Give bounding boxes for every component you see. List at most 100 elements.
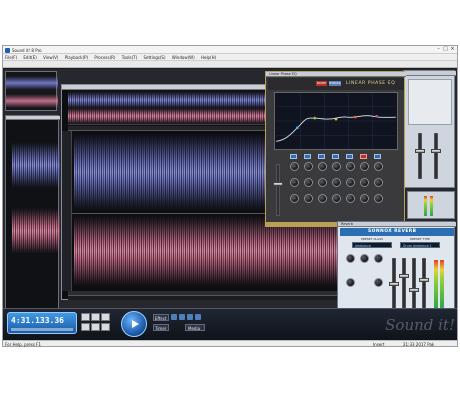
eq-band-7-button[interactable] [374,154,381,159]
reverb-window-title: Reverb [338,222,456,227]
fader-handle[interactable] [409,288,419,292]
eq-knob[interactable] [318,162,327,171]
fader-handle[interactable] [389,282,399,286]
fader-handle[interactable] [419,278,429,282]
eq-band-4-node [353,115,357,119]
reverb-predelay-knob[interactable] [346,254,355,263]
eq-knob[interactable] [290,178,299,187]
eq-mode-button[interactable]: MODE [316,81,327,86]
waveform-top-channel [6,76,58,90]
eq-band-4-button[interactable] [332,154,339,159]
eq-band-6-button[interactable] [360,154,367,159]
eq-knob[interactable] [374,162,383,171]
eq-knob[interactable] [290,194,299,203]
loop-button[interactable] [81,323,90,331]
eq-response-graph[interactable] [274,92,398,150]
preset-type-label: PRESET TYPE [410,237,430,241]
eq-brand-title: LINEAR PHASE EQ [346,81,396,86]
position-readout-bar [68,295,338,300]
eq-band-3-node [334,117,338,121]
waveform-window-back [5,71,58,111]
eq-knob[interactable] [304,178,313,187]
menu-process[interactable]: Process(R) [94,55,115,60]
fx-icon[interactable] [195,314,201,320]
menu-file[interactable]: File(F) [5,55,17,60]
fx-icon[interactable] [179,314,185,320]
preset-class-dropdown[interactable]: Ambience [352,242,392,248]
maximize-button[interactable]: □ [442,46,449,53]
mixer-window [403,70,456,188]
reverb-fader-4[interactable] [422,258,426,314]
waveform-window-left [5,115,60,337]
stop-button[interactable] [91,313,100,321]
reverb-time-knob[interactable] [374,254,383,263]
reverb-width-knob[interactable] [360,254,369,263]
eq-knob[interactable] [346,194,355,203]
eq-knob[interactable] [374,194,383,203]
fader-handle[interactable] [273,182,283,186]
timer-button[interactable]: Timer [153,324,169,331]
menu-settings[interactable]: Settings(S) [143,55,165,60]
effect-button[interactable]: Effect [153,314,169,321]
mixer-fader-left[interactable] [418,133,422,179]
eq-band-3-button[interactable] [318,154,325,159]
eq-knob[interactable] [346,178,355,187]
menu-tools[interactable]: Tools(T) [122,55,137,60]
eq-bypass-button[interactable]: BYPASS [329,81,341,86]
menu-edit[interactable]: Edit(E) [23,55,36,60]
eq-knob[interactable] [304,194,313,203]
eq-knob[interactable] [374,178,383,187]
fx-icon[interactable] [187,314,193,320]
reverb-damp-knob[interactable] [374,278,383,287]
fader-handle[interactable] [431,149,441,153]
eq-knob[interactable] [332,194,341,203]
menu-view[interactable]: View(V) [43,55,58,60]
eq-knob[interactable] [332,178,341,187]
minimize-button[interactable]: – [435,46,442,53]
reverb-fader-1[interactable] [392,258,396,314]
close-button[interactable]: × [449,46,456,53]
eq-knob[interactable] [346,162,355,171]
eq-band-2-button[interactable] [304,154,311,159]
mixer-fader-right[interactable] [434,133,438,179]
media-button[interactable]: Media [185,324,205,331]
title-bar: Sound it! 8 Pro – □ × [3,46,457,54]
reverb-size-knob[interactable] [346,278,355,287]
eq-knob[interactable] [332,162,341,171]
pause-button[interactable] [101,313,110,321]
level-meter-right [430,196,433,216]
reverb-fader-2[interactable] [402,258,406,314]
eq-knob[interactable] [360,194,369,203]
preset-type-dropdown[interactable]: Drum Ambience 1 [400,242,440,248]
eq-knob[interactable] [318,178,327,187]
eq-band-1-button[interactable] [290,154,297,159]
menu-help[interactable]: Help(H) [201,55,216,60]
mixer-list [408,79,452,125]
status-clock: 21:33 2017 Pak [403,341,435,347]
eq-knob[interactable] [318,194,327,203]
eq-knob[interactable] [304,162,313,171]
menu-playback[interactable]: Playback(P) [65,55,88,60]
record-button[interactable] [101,323,110,331]
menu-window[interactable]: Window(W) [172,55,195,60]
fast-forward-button[interactable] [91,323,100,331]
media-label: Media [188,326,201,331]
eq-input-fader[interactable] [276,164,280,216]
transport-buttons [81,313,121,333]
track-header [62,131,72,291]
eq-band-5-button[interactable] [346,154,353,159]
rewind-button[interactable] [81,313,90,321]
eq-knob[interactable] [360,178,369,187]
eq-band-5-node [375,114,378,118]
window-titlebar [6,116,60,120]
eq-knob[interactable] [360,162,369,171]
effect-label: Effect [155,316,167,321]
play-button[interactable] [121,311,147,337]
window-titlebar [404,71,456,76]
fader-handle[interactable] [415,149,425,153]
fx-icon[interactable] [171,314,177,320]
reverb-output-meter-right [440,260,444,308]
fader-handle[interactable] [399,274,409,278]
reverb-fader-3[interactable] [412,258,416,314]
eq-knob[interactable] [290,162,299,171]
